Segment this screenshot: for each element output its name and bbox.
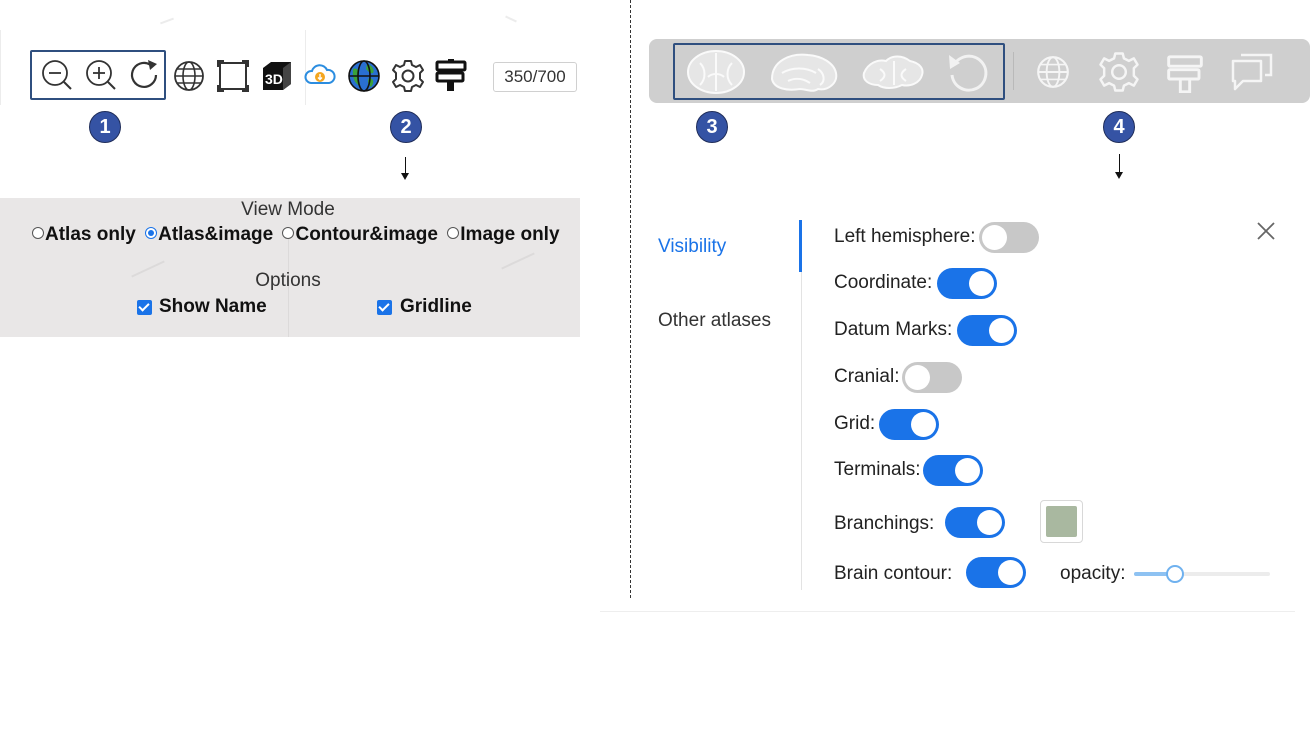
branching-color-picker[interactable] — [1040, 500, 1083, 543]
show-name-checkbox[interactable] — [137, 300, 152, 315]
radio-image-only[interactable]: Image only — [447, 224, 560, 246]
sagittal-slice-icon[interactable] — [768, 48, 840, 96]
color-swatch — [1046, 506, 1077, 537]
terminals-label: Terminals: — [834, 459, 921, 480]
reset-icon[interactable] — [127, 57, 163, 93]
earth-icon[interactable] — [346, 58, 382, 94]
arrow-down-2 — [401, 157, 409, 180]
3d-icon[interactable]: 3D — [258, 58, 294, 94]
view-mode-panel: View Mode Atlas only Atlas&image Contour… — [0, 198, 580, 337]
chat-icon[interactable] — [1228, 50, 1276, 94]
radio-contour-and-image[interactable]: Contour&image — [282, 224, 438, 246]
panel-bottom-border — [600, 611, 1295, 612]
badge-3: 3 — [696, 111, 728, 143]
view-mode-options: Atlas only Atlas&image Contour&image Ima… — [32, 224, 560, 246]
branchings-label: Branchings: — [834, 513, 935, 534]
gear-icon[interactable] — [390, 58, 426, 94]
gridline-label: Gridline — [400, 296, 472, 317]
globe-icon[interactable] — [1033, 52, 1073, 92]
fit-frame-icon[interactable] — [215, 58, 251, 94]
datum-marks-toggle[interactable] — [957, 315, 1017, 346]
signpost-icon[interactable] — [1163, 50, 1207, 94]
coordinate-label: Coordinate: — [834, 272, 933, 293]
arrow-down-4 — [1115, 154, 1123, 179]
coronal-slice-icon[interactable] — [685, 48, 747, 96]
horizontal-slice-icon[interactable] — [860, 48, 926, 96]
left-hemisphere-toggle[interactable] — [979, 222, 1039, 253]
cranial-toggle[interactable] — [902, 362, 962, 393]
close-icon[interactable] — [1255, 220, 1277, 242]
options-title: Options — [255, 270, 321, 291]
tab-other-atlases[interactable]: Other atlases — [658, 310, 771, 332]
badge-4: 4 — [1103, 111, 1135, 143]
coordinate-toggle[interactable] — [937, 268, 997, 299]
branchings-toggle[interactable] — [945, 507, 1005, 538]
badge-1: 1 — [89, 111, 121, 143]
panel-divider — [630, 0, 631, 598]
grid-toggle[interactable] — [879, 409, 939, 440]
left-hemisphere-label: Left hemisphere: — [834, 226, 976, 247]
grid-label: Grid: — [834, 413, 876, 434]
view-mode-title: View Mode — [241, 199, 335, 220]
rotate-icon[interactable] — [944, 48, 990, 96]
radio-atlas-only[interactable]: Atlas only — [32, 224, 136, 246]
opacity-label: opacity: — [1060, 563, 1126, 584]
svg-text:3D: 3D — [265, 71, 283, 87]
show-name-label: Show Name — [159, 296, 267, 317]
gridline-checkbox[interactable] — [377, 300, 392, 315]
terminals-toggle[interactable] — [923, 455, 983, 486]
datum-marks-label: Datum Marks: — [834, 319, 953, 340]
cloud-download-icon[interactable] — [302, 58, 338, 94]
brain-contour-toggle[interactable] — [966, 557, 1026, 588]
radio-atlas-and-image[interactable]: Atlas&image — [145, 224, 273, 246]
gear-icon[interactable] — [1097, 50, 1141, 94]
brain-contour-label: Brain contour: — [834, 563, 953, 584]
opacity-slider-handle[interactable] — [1165, 565, 1184, 583]
slice-counter[interactable]: 350/700 — [493, 62, 577, 92]
active-tab-indicator — [799, 220, 802, 272]
badge-2: 2 — [390, 111, 422, 143]
tab-visibility[interactable]: Visibility — [658, 236, 726, 258]
signpost-icon[interactable] — [433, 57, 469, 93]
zoom-in-icon[interactable] — [83, 57, 119, 93]
tab-divider — [801, 220, 802, 590]
cranial-label: Cranial: — [834, 366, 900, 387]
toolbar-separator — [1013, 52, 1014, 90]
zoom-out-icon[interactable] — [39, 57, 75, 93]
globe-icon[interactable] — [171, 58, 207, 94]
